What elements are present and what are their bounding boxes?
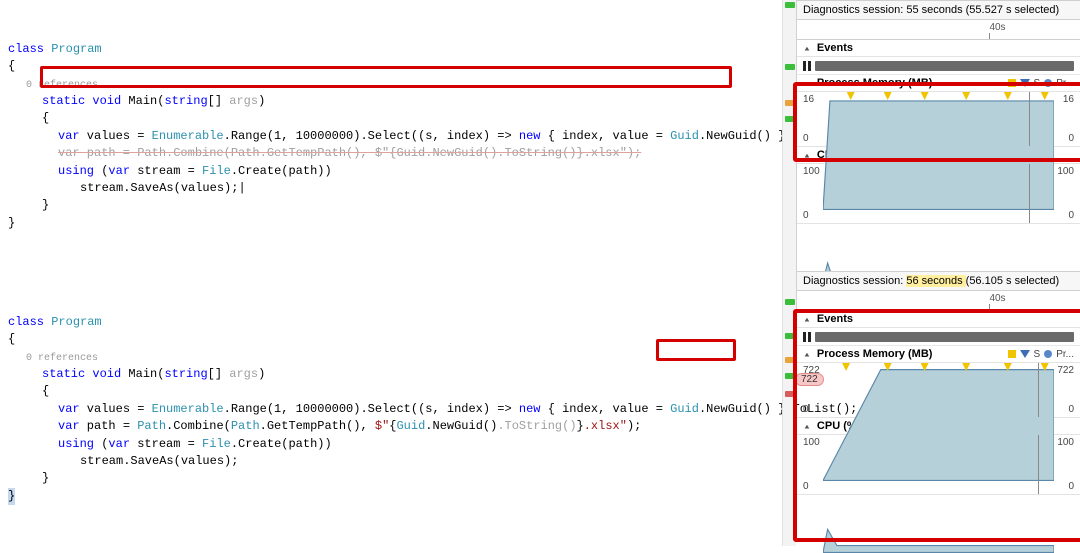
class-name: Program <box>51 315 101 329</box>
ruler-tick-label: 40s <box>989 293 1005 304</box>
diag-session-header-top: Diagnostics session: 55 seconds (55.527 … <box>797 0 1080 20</box>
marker-gutter-top <box>782 0 796 273</box>
axis-label: 0 <box>803 133 809 144</box>
cpu-chart-svg <box>823 166 1054 282</box>
diagnostics-bottom: Diagnostics session: 56 seconds (56.105 … <box>797 271 1080 542</box>
diag-session-header-bottom: Diagnostics session: 56 seconds (56.105 … <box>797 271 1080 291</box>
brace: { <box>8 332 15 346</box>
memory-chart-bottom[interactable]: 722 0 722 0 722 <box>797 363 1080 418</box>
keyword-static-void: static void <box>42 94 121 108</box>
axis-label: 100 <box>1057 437 1074 448</box>
brace: } <box>8 470 49 487</box>
code-editor-bottom[interactable]: class Program { 0 references static void… <box>0 273 796 546</box>
axis-label: 100 <box>803 166 820 177</box>
gc-icon <box>1020 350 1030 358</box>
code-line-values-bottom: var values = Enumerable.Range(1, 1000000… <box>8 401 857 418</box>
code-editor-top[interactable]: class Program { 0 references static void… <box>0 0 796 273</box>
events-bar <box>815 61 1074 71</box>
axis-label: 722 <box>1057 365 1074 376</box>
legend-icons: S Pr... <box>1008 349 1074 360</box>
memory-snapshot-markers-bottom <box>823 363 1054 373</box>
cpu-chart-top[interactable]: 100 0 100 0 <box>797 164 1080 224</box>
axis-label: 16 <box>803 94 814 105</box>
axis-label: 0 <box>1068 210 1074 221</box>
gc-icon <box>1020 79 1030 87</box>
references-label[interactable]: 0 references <box>8 353 98 364</box>
expand-icon[interactable] <box>803 42 813 54</box>
private-bytes-icon <box>1044 350 1052 358</box>
snapshot-icon <box>1008 350 1016 358</box>
diagnostics-panel: Diagnostics session: 55 seconds (55.527 … <box>796 0 1080 542</box>
memory-header-top[interactable]: Process Memory (MB) S Pr... <box>797 75 1080 92</box>
code-line-saveas: stream.SaveAs(values);| <box>8 180 246 197</box>
code-line-path-faded: var path = Path.Combine(Path.GetTempPath… <box>8 145 641 162</box>
expand-icon[interactable] <box>803 348 813 360</box>
events-header-bottom[interactable]: Events <box>797 311 1080 328</box>
axis-label: 0 <box>1068 404 1074 415</box>
axis-label: 0 <box>803 210 809 221</box>
axis-label: 100 <box>803 437 820 448</box>
axis-label: 0 <box>1068 133 1074 144</box>
expand-icon[interactable] <box>803 77 813 89</box>
axis-label: 0 <box>1068 481 1074 492</box>
axis-label: 0 <box>803 404 809 415</box>
code-line-path-bottom: var path = Path.Combine(Path.GetTempPath… <box>8 418 641 435</box>
brace-highlighted: } <box>8 488 15 505</box>
cpu-chart-svg-bottom <box>823 437 1054 553</box>
expand-icon[interactable] <box>803 420 813 432</box>
axis-label: 0 <box>803 481 809 492</box>
brace: } <box>8 197 49 214</box>
time-ruler-bottom[interactable]: 40s <box>797 291 1080 311</box>
brace: { <box>8 383 49 400</box>
events-track-bottom[interactable] <box>797 328 1080 346</box>
time-cursor[interactable] <box>1029 164 1030 223</box>
session-seconds-highlight: 56 seconds <box>906 275 965 287</box>
references-label[interactable]: 0 references <box>8 80 98 91</box>
ruler-tick-label: 40s <box>989 22 1005 33</box>
diagnostics-top: Diagnostics session: 55 seconds (55.527 … <box>797 0 1080 271</box>
axis-label: 16 <box>1063 94 1074 105</box>
code-line-using: using (var stream = File.Create(path)) <box>8 163 332 180</box>
memory-chart-top[interactable]: 16 0 16 0 <box>797 92 1080 147</box>
expand-icon[interactable] <box>803 313 813 325</box>
code-line-values: var values = Enumerable.Range(1, 1000000… <box>8 128 800 145</box>
private-bytes-icon <box>1044 79 1052 87</box>
class-name: Program <box>51 42 101 56</box>
events-track-top[interactable] <box>797 57 1080 75</box>
pause-icon[interactable] <box>803 61 811 71</box>
brace: { <box>8 110 49 127</box>
keyword-class: class <box>8 42 44 56</box>
keyword-class: class <box>8 315 44 329</box>
axis-label: 100 <box>1057 166 1074 177</box>
code-line-saveas-bottom: stream.SaveAs(values); <box>8 453 238 470</box>
highlight-box-line1 <box>40 66 732 88</box>
time-cursor[interactable] <box>1038 435 1039 494</box>
brace: { <box>8 59 15 73</box>
highlight-box-tolist <box>656 339 736 361</box>
snapshot-icon <box>1008 79 1016 87</box>
events-header-top[interactable]: Events <box>797 40 1080 57</box>
memory-snapshot-markers <box>823 92 1054 102</box>
code-panel: class Program { 0 references static void… <box>0 0 796 542</box>
time-ruler-top[interactable]: 40s <box>797 20 1080 40</box>
expand-icon[interactable] <box>803 149 813 161</box>
memory-header-bottom[interactable]: Process Memory (MB) S Pr... <box>797 346 1080 363</box>
time-cursor[interactable] <box>1038 363 1039 417</box>
cpu-chart-bottom[interactable]: 100 0 100 0 <box>797 435 1080 495</box>
method-name: Main <box>128 94 157 108</box>
time-cursor[interactable] <box>1029 92 1030 146</box>
pause-icon[interactable] <box>803 332 811 342</box>
brace: } <box>8 216 15 230</box>
marker-gutter-bottom <box>782 273 796 546</box>
legend-icons: S Pr... <box>1008 78 1074 89</box>
code-line-using-bottom: using (var stream = File.Create(path)) <box>8 436 332 453</box>
gc-peak-bubble: 722 <box>795 373 824 386</box>
events-bar <box>815 332 1074 342</box>
